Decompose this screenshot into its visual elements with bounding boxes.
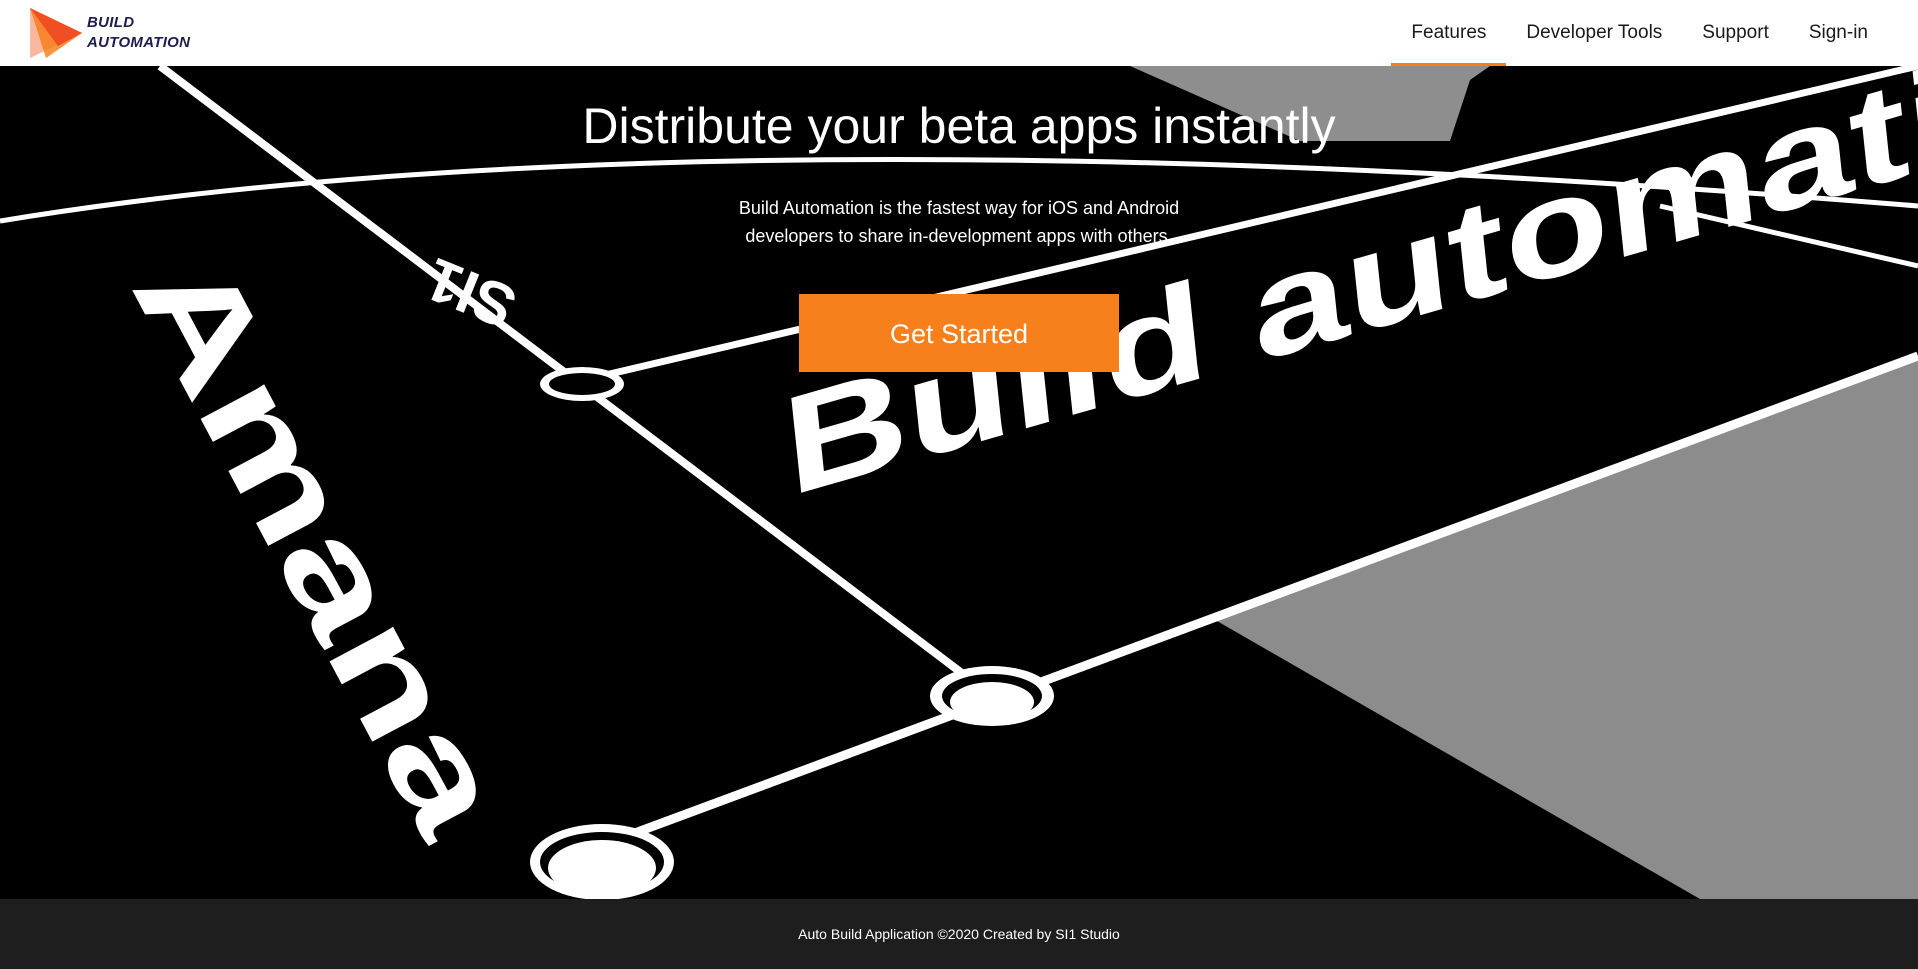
nav-item-label: Sign-in <box>1808 22 1868 43</box>
brand-name: BUILD AUTOMATION <box>87 13 190 53</box>
page: BUILD AUTOMATION Features Developer Tool… <box>0 0 1918 969</box>
footer: Auto Build Application ©2020 Created by … <box>0 899 1918 969</box>
hero-content: Distribute your beta apps instantly Buil… <box>0 66 1918 372</box>
get-started-button[interactable]: Get Started <box>799 294 1119 372</box>
nav-item-support[interactable]: Support <box>1682 0 1789 66</box>
play-arrow-logo-icon <box>30 8 82 58</box>
main-nav: Features Developer Tools Support Sign-in <box>1391 0 1888 66</box>
nav-item-label: Features <box>1411 22 1487 43</box>
nav-item-label: Developer Tools <box>1526 22 1663 43</box>
nav-item-sign-in[interactable]: Sign-in <box>1789 0 1888 66</box>
hero-subtitle: Build Automation is the fastest way for … <box>738 198 1180 246</box>
hero-title: Distribute your beta apps instantly <box>582 98 1336 154</box>
navbar: BUILD AUTOMATION Features Developer Tool… <box>0 0 1918 66</box>
nav-item-label: Support <box>1702 22 1769 43</box>
footer-copyright: Auto Build Application ©2020 Created by … <box>798 926 1120 942</box>
hero-section: Amana Build automation SI1 Distribute yo… <box>0 66 1918 899</box>
brand-name-line1: BUILD <box>87 14 135 31</box>
nav-item-features[interactable]: Features <box>1391 0 1507 66</box>
brand-name-line2: AUTOMATION <box>87 34 191 51</box>
nav-item-developer-tools[interactable]: Developer Tools <box>1506 0 1682 66</box>
brand-logo[interactable]: BUILD AUTOMATION <box>28 6 190 60</box>
